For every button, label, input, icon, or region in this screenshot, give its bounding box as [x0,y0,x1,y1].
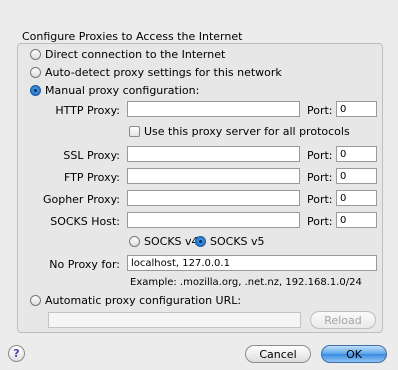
socks-v5-radio[interactable] [195,236,206,247]
ftp-port-input[interactable]: 0 [336,168,377,184]
socks-v4-option[interactable]: SOCKS v4 [129,235,199,248]
no-proxy-label: No Proxy for: [49,258,120,271]
reload-button[interactable]: Reload [310,311,376,329]
socks-host-input[interactable] [127,212,300,228]
auto-url-input[interactable] [48,312,301,328]
socks-v5-label: SOCKS v5 [210,235,265,248]
share-proxy-option[interactable]: Use this proxy server for all protocols [129,125,350,138]
manual-proxy-label: Manual proxy configuration: [45,84,200,97]
socks-v5-option[interactable]: SOCKS v5 [195,235,265,248]
socks-v4-radio[interactable] [129,236,140,247]
gopher-proxy-input[interactable] [127,190,300,206]
manual-proxy-radio[interactable] [30,85,41,96]
direct-connection-option[interactable]: Direct connection to the Internet [30,48,225,61]
gopher-port-label: Port: [307,193,333,206]
no-proxy-example: Example: .mozilla.org, .net.nz, 192.168.… [130,277,362,288]
auto-url-label: Automatic proxy configuration URL: [45,294,242,307]
ssl-port-input[interactable]: 0 [336,146,377,162]
ftp-port-label: Port: [307,171,333,184]
direct-connection-label: Direct connection to the Internet [45,48,226,61]
share-proxy-label: Use this proxy server for all protocols [144,125,350,138]
help-button[interactable]: ? [8,345,25,362]
share-proxy-checkbox[interactable] [129,126,140,137]
http-proxy-label: HTTP Proxy: [55,104,120,117]
socks-port-label: Port: [307,215,333,228]
auto-detect-option[interactable]: Auto-detect proxy settings for this netw… [30,66,282,79]
manual-proxy-option[interactable]: Manual proxy configuration: [30,84,199,97]
socks-port-input[interactable]: 0 [336,212,377,228]
auto-url-option[interactable]: Automatic proxy configuration URL: [30,294,241,307]
socks-host-label: SOCKS Host: [50,215,120,228]
http-port-label: Port: [307,104,333,117]
ssl-port-label: Port: [307,149,333,162]
gopher-proxy-label: Gopher Proxy: [42,193,120,206]
auto-detect-label: Auto-detect proxy settings for this netw… [45,66,282,79]
cancel-button[interactable]: Cancel [245,345,311,363]
auto-url-radio[interactable] [30,295,41,306]
ssl-proxy-input[interactable] [127,146,300,162]
ftp-proxy-input[interactable] [127,168,300,184]
http-proxy-input[interactable] [127,101,300,117]
ok-button[interactable]: OK [321,345,387,363]
http-port-input[interactable]: 0 [336,101,377,117]
ftp-proxy-label: FTP Proxy: [63,171,120,184]
no-proxy-input[interactable]: localhost, 127.0.0.1 [127,255,377,271]
direct-connection-radio[interactable] [30,49,41,60]
auto-detect-radio[interactable] [30,67,41,78]
gopher-port-input[interactable]: 0 [336,190,377,206]
ssl-proxy-label: SSL Proxy: [63,149,120,162]
socks-v4-label: SOCKS v4 [144,235,199,248]
group-title: Configure Proxies to Access the Internet [22,30,243,43]
